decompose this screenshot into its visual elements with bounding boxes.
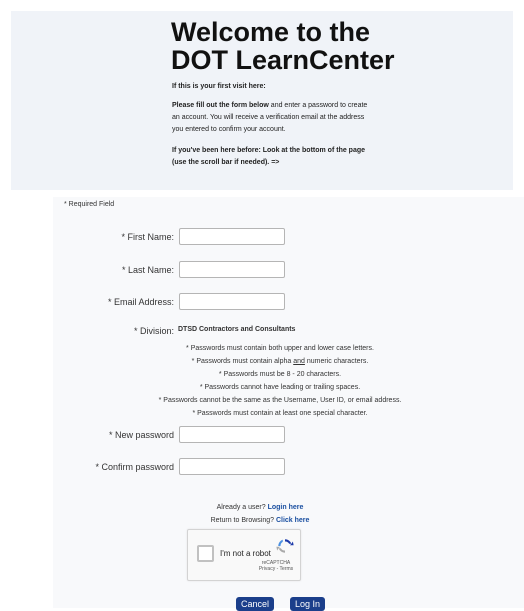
instructions-line-3: you entered to confirm your account.: [172, 126, 286, 133]
password-rule-alnum: * Passwords must contain alpha and numer…: [191, 358, 369, 365]
password-rule-case: * Passwords must contain both upper and …: [186, 345, 374, 352]
title-line-1: Welcome to the: [171, 17, 371, 47]
recaptcha-branding: reCAPTCHA Privacy - Terms: [256, 560, 296, 572]
division-value: DTSD Contractors and Consultants: [178, 326, 296, 333]
return-browsing-line: Return to Browsing? Click here: [170, 517, 350, 524]
returning-visitor-text: If you've been here before: Look at the …: [172, 145, 412, 169]
new-password-input[interactable]: [179, 426, 285, 443]
returning-line-2: (use the scroll bar if needed). =>: [172, 159, 280, 166]
first-visit-heading: If this is your first visit here:: [172, 83, 266, 90]
title-line-2: DOT LearnCenter: [171, 45, 395, 75]
confirm-password-label: * Confirm password: [95, 462, 174, 472]
first-name-input[interactable]: [179, 228, 285, 245]
password-rule-spaces: * Passwords cannot have leading or trail…: [199, 384, 361, 391]
password-rule-username: * Passwords cannot be the same as the Us…: [158, 397, 402, 404]
password-rule-length: * Passwords must be 8 - 20 characters.: [218, 371, 342, 378]
instructions-rest: and enter a password to create: [268, 102, 368, 109]
instructions-text: Please fill out the form below and enter…: [172, 100, 412, 136]
return-browsing-text: Return to Browsing?: [210, 517, 274, 524]
login-here-link[interactable]: Login here: [268, 504, 304, 511]
click-here-link[interactable]: Click here: [276, 517, 309, 524]
email-input[interactable]: [179, 293, 285, 310]
recaptcha-widget: I'm not a robot reCAPTCHA Privacy - Term…: [187, 529, 301, 581]
recaptcha-terms-link[interactable]: Privacy - Terms: [256, 566, 296, 572]
first-name-label: * First Name:: [121, 232, 174, 242]
login-button[interactable]: Log In: [290, 597, 326, 611]
new-password-label: * New password: [108, 430, 174, 440]
instructions-line-2: an account. You will receive a verificat…: [172, 114, 365, 121]
last-name-input[interactable]: [179, 261, 285, 278]
instructions-bold: Please fill out the form below: [172, 102, 269, 109]
page-title: Welcome to the DOT LearnCenter: [171, 18, 411, 74]
email-label: * Email Address:: [107, 297, 174, 307]
password-rule-special: * Passwords must contain at least one sp…: [192, 410, 368, 417]
last-name-label: * Last Name:: [121, 265, 174, 275]
returning-line-1: If you've been here before: Look at the …: [172, 147, 366, 154]
already-user-line: Already a user? Login here: [170, 504, 350, 511]
recaptcha-label: I'm not a robot: [220, 549, 271, 558]
cancel-button[interactable]: Cancel: [236, 597, 275, 611]
division-label: * Division:: [133, 326, 174, 336]
recaptcha-logo-icon: [276, 539, 294, 553]
recaptcha-checkbox[interactable]: [197, 545, 214, 562]
confirm-password-input[interactable]: [179, 458, 285, 475]
already-user-text: Already a user?: [216, 504, 266, 511]
required-field-note: * Required Field: [64, 201, 115, 208]
